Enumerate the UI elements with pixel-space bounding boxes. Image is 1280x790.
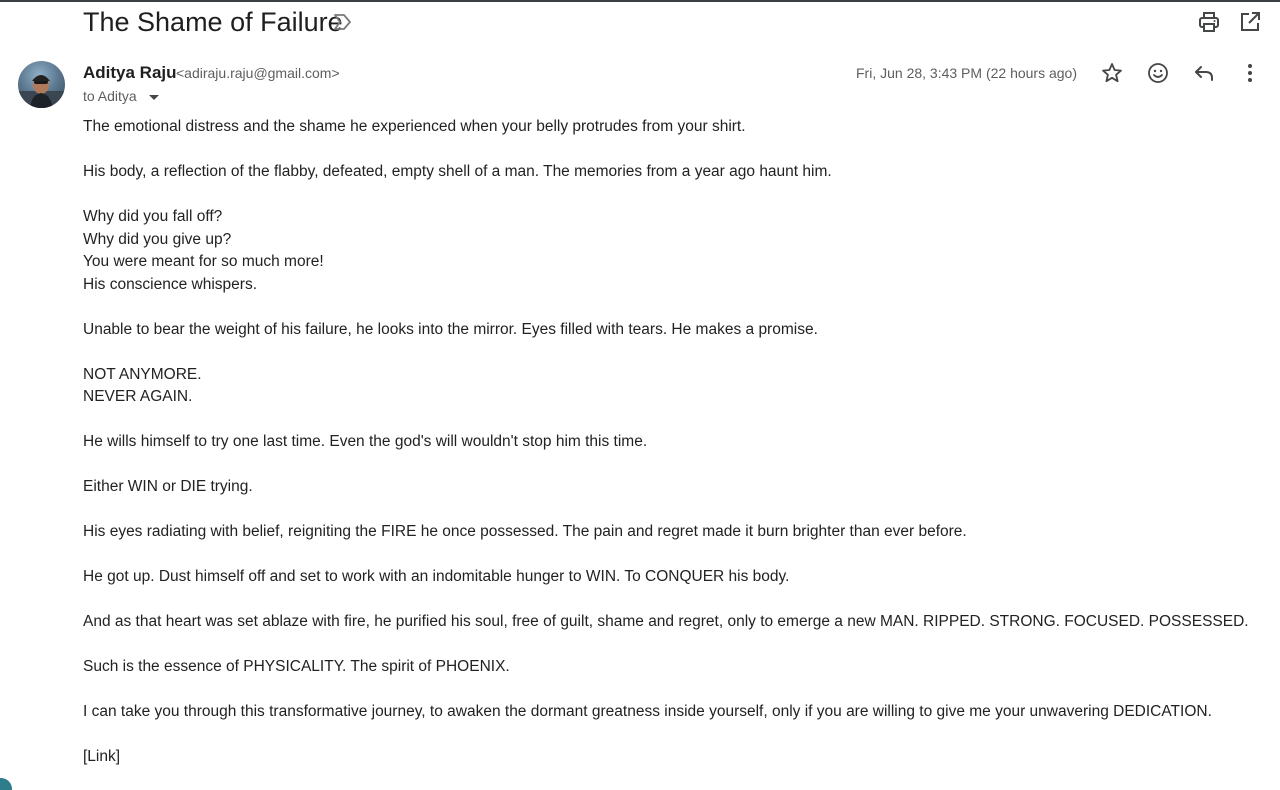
recipient-details-toggle[interactable]: to Aditya (83, 87, 159, 105)
email-body: The emotional distress and the shame he … (83, 116, 1263, 769)
email-paragraph: Such is the essence of PHYSICALITY. The … (83, 656, 1263, 679)
top-divider (0, 0, 1280, 2)
email-body-line: The emotional distress and the shame he … (83, 118, 746, 135)
email-body-line: He wills himself to try one last time. E… (83, 433, 648, 450)
sender-email: <adiraju.raju@gmail.com> (176, 65, 340, 81)
reply-icon[interactable] (1192, 61, 1216, 85)
email-paragraph: And as that heart was set ablaze with fi… (83, 611, 1263, 634)
email-paragraph: His eyes radiating with belief, reigniti… (83, 521, 1263, 544)
email-paragraph: Unable to bear the weight of his failure… (83, 319, 1263, 342)
email-body-line: He got up. Dust himself off and set to w… (83, 568, 790, 585)
email-body-line: Why did you give up? (83, 230, 232, 248)
email-body-line: NOT ANYMORE. (83, 365, 202, 383)
avatar[interactable] (18, 61, 65, 108)
sender-name: Aditya Raju (83, 63, 177, 82)
avatar-photo (18, 75, 65, 108)
email-body-line: Why did you fall off? (83, 208, 223, 225)
email-paragraph: NOT ANYMORE. NEVER AGAIN. (83, 364, 1263, 409)
email-body-line: You were meant for so much more! (83, 253, 324, 270)
print-icon[interactable] (1197, 10, 1221, 34)
star-icon[interactable] (1100, 61, 1124, 85)
recipient-line: to Aditya (83, 88, 137, 104)
email-body-line: [Link] (83, 748, 121, 765)
emoji-reaction-icon[interactable] (1146, 61, 1170, 85)
email-paragraph: Why did you fall off? Why did you give up… (83, 206, 1263, 296)
open-in-new-window-icon[interactable] (1238, 10, 1262, 34)
email-body-line: I can take you through this transformati… (83, 703, 1212, 720)
email-paragraph: The emotional distress and the shame he … (83, 116, 1263, 139)
email-paragraph: [Link] (83, 746, 1263, 769)
email-paragraph: I can take you through this transformati… (83, 701, 1263, 724)
label-icon[interactable] (332, 12, 354, 32)
email-body-line: Unable to bear the weight of his failure… (83, 320, 818, 338)
email-date: Fri, Jun 28, 3:43 PM (22 hours ago) (856, 65, 1077, 81)
email-paragraph: He got up. Dust himself off and set to w… (83, 566, 1263, 589)
email-body-line: His body, a reflection of the flabby, de… (83, 163, 832, 180)
email-paragraph: He wills himself to try one last time. E… (83, 431, 1263, 454)
email-paragraph: Either WIN or DIE trying. (83, 476, 1263, 499)
email-body-line: His conscience whispers. (83, 275, 258, 293)
email-body-line: And as that heart was set ablaze with fi… (83, 613, 1249, 630)
email-body-line: NEVER AGAIN. (83, 388, 193, 405)
email-body-line: His eyes radiating with belief, reigniti… (83, 523, 967, 540)
email-body-line: Such is the essence of PHYSICALITY. The … (83, 658, 510, 675)
more-vertical-icon[interactable] (1238, 61, 1262, 85)
corner-decoration (0, 778, 12, 790)
email-body-line: Either WIN or DIE trying. (83, 478, 253, 495)
chevron-down-icon[interactable] (148, 94, 159, 100)
email-subject: The Shame of Failure (83, 7, 343, 37)
email-paragraph: His body, a reflection of the flabby, de… (83, 161, 1263, 184)
email-view: The Shame of Failure Aditya Raju <adiraj… (0, 0, 1280, 790)
